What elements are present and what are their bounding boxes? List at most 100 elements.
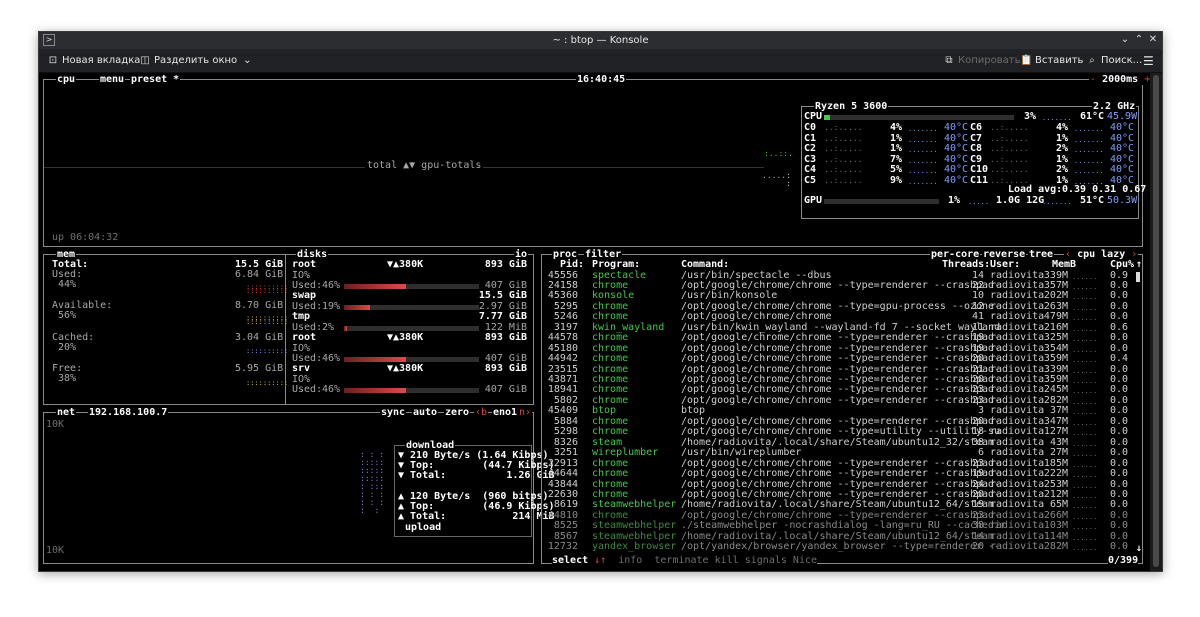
maximize-icon[interactable]: ⌃ bbox=[1132, 33, 1146, 47]
footer-select[interactable]: select bbox=[552, 555, 588, 566]
cpu-info-box: Ryzen 5 3600 2.2 GHz CPU 3% ....... 61°C… bbox=[801, 101, 1146, 219]
cpu-total-label: CPU bbox=[804, 111, 823, 122]
cpu-tab[interactable]: cpu bbox=[57, 74, 75, 85]
proc-cpu: 0.4 bbox=[1109, 353, 1128, 365]
core-temp-spark: ....... bbox=[908, 177, 938, 186]
core-spark: ..:..... bbox=[824, 123, 863, 132]
footer-kill[interactable]: kill bbox=[715, 555, 739, 566]
core-temp: 40°C bbox=[944, 164, 969, 175]
core-pct: 2% bbox=[1056, 143, 1069, 154]
gpu-spark: ..... bbox=[968, 198, 990, 206]
col-command[interactable]: Command: bbox=[681, 259, 729, 270]
core-temp-spark: ....... bbox=[908, 146, 938, 154]
core-temp-spark: ....... bbox=[908, 156, 938, 165]
footer-nice[interactable]: Nice bbox=[793, 555, 817, 566]
core-pct: 1% bbox=[890, 143, 903, 154]
disk-used-bar bbox=[344, 284, 479, 289]
col-pid[interactable]: Pid: bbox=[560, 259, 584, 270]
col-threads[interactable]: Threads: bbox=[942, 259, 990, 270]
interval-decrease[interactable]: - bbox=[1090, 74, 1096, 85]
col-program[interactable]: Program: bbox=[592, 259, 640, 270]
footer-terminate[interactable]: terminate bbox=[654, 555, 708, 566]
col-user[interactable]: User: bbox=[990, 259, 1020, 270]
core-spark: ..:..... bbox=[824, 154, 863, 164]
table-row[interactable]: 3251 wireplumber/usr/bin/wireplumber 6 radi… bbox=[542, 447, 1142, 459]
upload-total: ▲ Total: 214 MiB bbox=[398, 511, 555, 522]
net-next-iface[interactable]: n› bbox=[519, 407, 531, 418]
chevron-down-icon: ⌄ bbox=[243, 55, 252, 66]
copy-button[interactable]: ⧉ Копировать bbox=[943, 54, 1020, 68]
scrollbar-thumb[interactable] bbox=[1153, 75, 1159, 567]
terminal-area[interactable]: cpu menu preset * 16:40:45 - 2000ms + to… bbox=[39, 73, 1152, 571]
window-title: ~ : btop — Konsole bbox=[552, 35, 649, 46]
search-button[interactable]: ⌕ Поиск... bbox=[1086, 54, 1142, 68]
table-row[interactable]: 8525 steamwebhelper ./steamwebhelper -nocr… bbox=[542, 520, 1142, 531]
col-mem[interactable]: MemB bbox=[1052, 259, 1076, 270]
split-view-button[interactable]: ◫ Разделить окно ⌄ bbox=[139, 54, 252, 68]
table-row[interactable]: 44942 chrome/opt/google/chrome/chrome --t… bbox=[542, 353, 1142, 365]
net-auto[interactable]: auto bbox=[413, 407, 437, 418]
proc-threads: 20 bbox=[971, 353, 984, 365]
clock: 16:40:45 bbox=[577, 74, 626, 85]
core-name: C10 bbox=[970, 164, 989, 175]
disk-used-pct: 19% bbox=[322, 300, 341, 312]
close-icon[interactable]: ✕ bbox=[1146, 33, 1160, 47]
core-name: C4 bbox=[804, 164, 817, 175]
table-row[interactable]: 43844 chrome/opt/google/chrome/chrome --t… bbox=[542, 479, 1142, 490]
table-row[interactable]: 12732 yandex_browser/opt/yandex/browser/y… bbox=[542, 541, 1142, 553]
mem-avail-pct: 56% bbox=[58, 310, 77, 321]
graph-label[interactable]: total ▲▼ gpu-totals bbox=[365, 160, 484, 172]
mem-free: 5.95 GiB bbox=[235, 363, 284, 374]
net-stats-box: download ▼ 210 Byte/s (1.64 Kibps) ▼ Top… bbox=[394, 440, 555, 537]
table-row[interactable]: 5298 chrome/opt/google/chrome/chrome --ty… bbox=[542, 426, 1142, 437]
mem-cached-pct: 20% bbox=[58, 342, 77, 353]
minimize-icon[interactable]: ⌄ bbox=[1118, 33, 1132, 47]
cpu-total-fill bbox=[824, 115, 830, 120]
core-spark: ..:..... bbox=[990, 154, 1029, 164]
proc-mem: 282M bbox=[1043, 541, 1068, 553]
net-zero[interactable]: zero bbox=[445, 407, 469, 418]
proc-panel: proc filter per-core reverse tree ‹ cpu … bbox=[541, 249, 1143, 567]
net-ip: 192.168.100.7 bbox=[89, 407, 168, 418]
core-temp: 40°C bbox=[944, 174, 969, 186]
table-row[interactable]: 5246 chrome/opt/google/chrome/chrome 41 rad… bbox=[542, 311, 1142, 322]
proc-user: radiovita bbox=[990, 541, 1045, 553]
disk-name: srv bbox=[292, 363, 311, 374]
proc-scrollbar-thumb[interactable] bbox=[1136, 272, 1140, 282]
table-row[interactable]: 18941 chrome/opt/google/chrome/chrome --t… bbox=[542, 385, 1142, 396]
table-row[interactable]: 45360 konsole/usr/bin/konsole 10 radiovita 2… bbox=[542, 290, 1142, 301]
terminal-scrollbar[interactable] bbox=[1150, 73, 1162, 571]
footer-info[interactable]: info bbox=[618, 555, 642, 566]
net-sync[interactable]: sync bbox=[381, 407, 405, 418]
col-cpu[interactable]: Cpu% bbox=[1110, 259, 1134, 270]
table-row[interactable]: 44644 chrome/opt/google/chrome/chrome --t… bbox=[542, 468, 1142, 479]
disk-size: 7.77 GiB bbox=[478, 311, 527, 322]
cpu-graph-mark: :..::. bbox=[764, 149, 793, 158]
mem-avail-graph: :::::::::: :::::::::: bbox=[246, 314, 289, 326]
proc-tree[interactable]: tree bbox=[1029, 249, 1053, 260]
preset-tab[interactable]: preset * bbox=[131, 74, 179, 85]
core-pct: 9% bbox=[890, 174, 903, 186]
net-title[interactable]: net bbox=[57, 407, 75, 418]
net-prev-iface[interactable]: ‹b bbox=[475, 407, 487, 418]
search-icon: ⌕ bbox=[1089, 55, 1095, 66]
proc-pid: 3251 bbox=[553, 447, 578, 459]
disk-used-fill bbox=[344, 325, 347, 331]
table-row[interactable]: 45409 btop btop 3 radiovita 37M...... 0.0 bbox=[542, 405, 1142, 416]
gpu-pct: 1% bbox=[948, 195, 961, 206]
new-tab-button[interactable]: ⊡ Новая вкладка bbox=[47, 54, 141, 68]
new-tab-icon: ⊡ bbox=[48, 55, 58, 66]
hamburger-menu-icon[interactable]: ☰ bbox=[1143, 54, 1154, 68]
mem-used-pct: 44% bbox=[58, 279, 77, 290]
menu-tab[interactable]: menu bbox=[100, 74, 124, 85]
proc-threads: 6 bbox=[977, 447, 984, 459]
footer-signals[interactable]: signals bbox=[745, 555, 787, 566]
paste-button[interactable]: 📋 Вставить bbox=[1020, 54, 1083, 68]
table-row[interactable]: 45556 spectacle/usr/bin/spectacle --dbus 1… bbox=[542, 270, 1142, 281]
scroll-down-icon[interactable]: ↓ bbox=[1136, 543, 1142, 554]
table-row[interactable]: 44578 chrome/opt/google/chrome/chrome --t… bbox=[542, 332, 1142, 343]
copy-icon: ⧉ bbox=[945, 55, 953, 66]
core-temp-spark: ....... bbox=[1074, 167, 1104, 175]
mem-used-graph: :::::::::: :::::::::: bbox=[246, 283, 289, 295]
table-row[interactable]: 8619 steamwebhelper/home/radiovita/.local… bbox=[542, 499, 1142, 510]
